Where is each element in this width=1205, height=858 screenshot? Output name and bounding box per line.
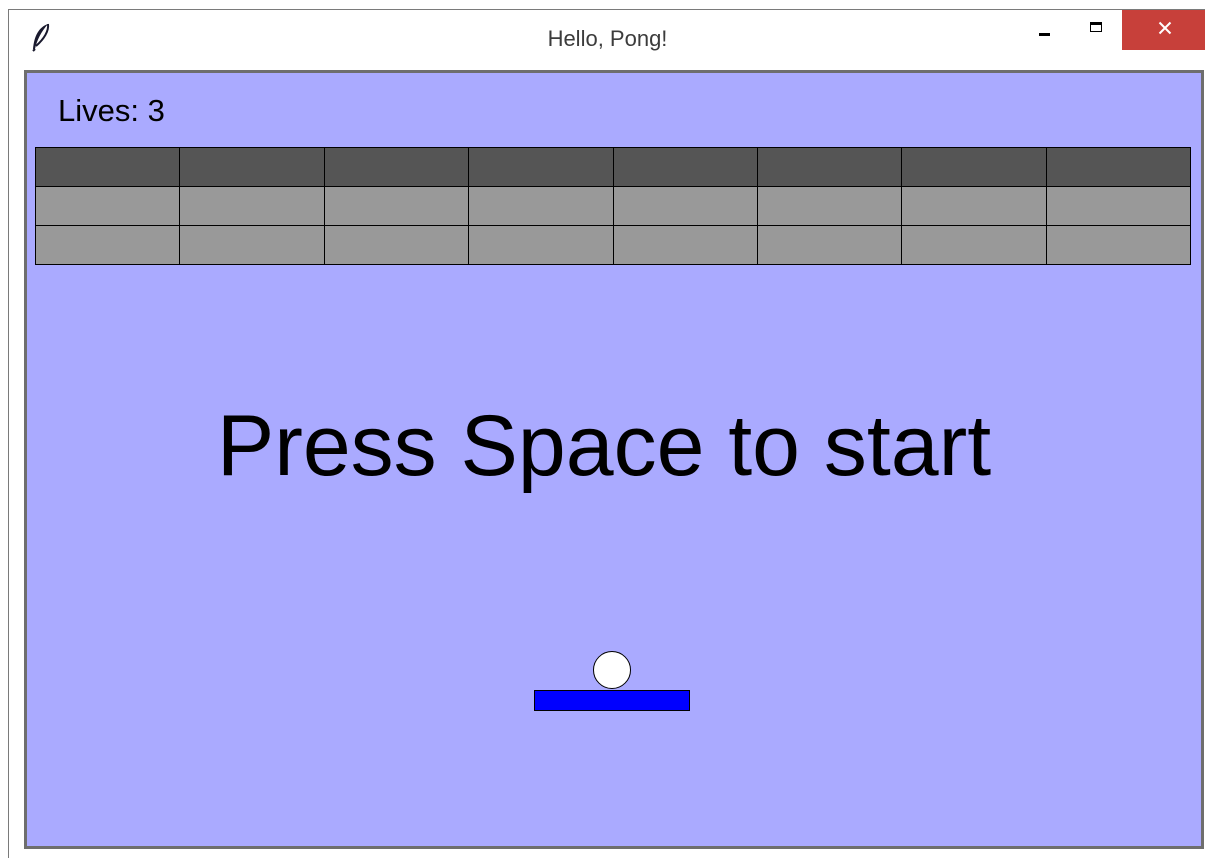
brick — [1045, 186, 1191, 226]
brick — [756, 225, 903, 265]
brick — [323, 186, 470, 226]
paddle — [534, 690, 690, 711]
brick — [468, 186, 614, 226]
game-canvas[interactable]: Lives: 3 Press Space to start — [24, 70, 1204, 849]
maximize-button[interactable] — [1071, 10, 1121, 50]
minimize-icon — [1038, 32, 1050, 36]
brick — [1045, 147, 1191, 187]
brick — [612, 147, 758, 187]
brick — [35, 186, 181, 226]
maximize-icon — [1090, 22, 1102, 32]
brick — [35, 147, 181, 187]
brick — [612, 225, 758, 265]
brick — [901, 186, 1047, 226]
brick — [1045, 225, 1191, 265]
close-button[interactable] — [1122, 10, 1205, 50]
minimize-button[interactable] — [1019, 10, 1069, 50]
brick — [323, 147, 470, 187]
brick — [323, 225, 470, 265]
title-bar[interactable]: Hello, Pong! — [9, 10, 1205, 70]
brick — [35, 225, 181, 265]
brick — [901, 147, 1047, 187]
start-message: Press Space to start — [216, 398, 992, 494]
lives-counter: Lives: 3 — [58, 93, 165, 128]
brick-wall — [35, 147, 1191, 265]
brick — [901, 225, 1047, 265]
brick — [468, 147, 614, 187]
brick — [756, 186, 903, 226]
close-icon — [1158, 21, 1171, 35]
brick — [612, 186, 758, 226]
ball — [593, 651, 631, 689]
app-window: Hello, Pong! Lives: 3 Press Space to sta… — [8, 9, 1205, 858]
brick — [179, 147, 325, 187]
brick — [179, 225, 325, 265]
brick — [756, 147, 903, 187]
brick — [468, 225, 614, 265]
brick — [179, 186, 325, 226]
